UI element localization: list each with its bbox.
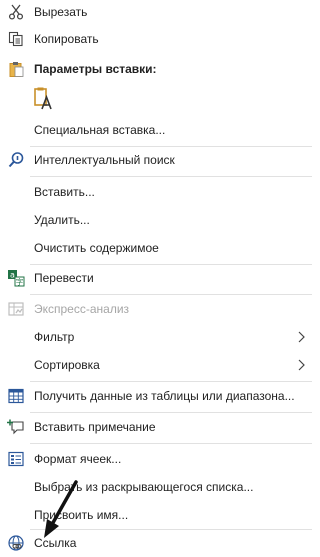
menu-item-get-data-label: Получить данные из таблицы или диапазона…	[34, 389, 295, 403]
separator	[30, 176, 312, 177]
menu-item-copy[interactable]: Копировать	[0, 28, 312, 50]
menu-item-translate[interactable]: a 字 Перевести	[0, 267, 312, 289]
menu-item-delete[interactable]: Удалить...	[0, 209, 312, 231]
menu-item-filter[interactable]: Фильтр	[0, 326, 312, 348]
format-cells-icon	[7, 450, 25, 468]
menu-item-insert-comment-label: Вставить примечание	[34, 420, 156, 434]
menu-item-quick-analysis: Экспресс-анализ	[0, 298, 312, 320]
separator	[30, 412, 312, 413]
paste-options-label: Параметры вставки:	[34, 62, 157, 76]
menu-item-smart-lookup[interactable]: Интеллектуальный поиск	[0, 149, 312, 171]
paste-text-only-icon	[31, 86, 57, 115]
clipboard-icon	[7, 60, 25, 78]
menu-item-smart-lookup-label: Интеллектуальный поиск	[34, 153, 175, 167]
submenu-arrow-icon	[298, 331, 305, 343]
menu-item-clear-contents-label: Очистить содержимое	[34, 241, 159, 255]
menu-item-clear-contents[interactable]: Очистить содержимое	[0, 237, 312, 259]
menu-item-paste-special[interactable]: Специальная вставка...	[0, 119, 312, 141]
annotation-arrow-icon	[44, 480, 78, 538]
table-icon	[7, 387, 25, 405]
separator	[30, 264, 312, 265]
submenu-arrow-icon	[298, 359, 305, 371]
copy-icon	[7, 30, 25, 48]
paste-keep-text-only-button[interactable]	[30, 86, 58, 114]
paste-options-header: Параметры вставки:	[0, 58, 312, 80]
menu-item-link-label: Ссылка	[34, 536, 77, 550]
menu-item-get-data[interactable]: Получить данные из таблицы или диапазона…	[0, 385, 312, 407]
menu-item-cut[interactable]: Вырезать	[0, 1, 312, 23]
menu-item-cut-label: Вырезать	[34, 5, 88, 19]
separator	[30, 146, 312, 147]
menu-item-insert-comment[interactable]: Вставить примечание	[0, 416, 312, 438]
menu-item-format-cells-label: Формат ячеек...	[34, 452, 122, 466]
search-icon	[7, 151, 25, 169]
svg-text:a: a	[10, 271, 15, 280]
menu-item-sort-label: Сортировка	[34, 358, 100, 372]
comment-icon	[7, 418, 25, 436]
menu-item-insert[interactable]: Вставить...	[0, 181, 312, 203]
svg-text:字: 字	[16, 277, 24, 287]
menu-item-format-cells[interactable]: Формат ячеек...	[0, 448, 312, 470]
separator	[30, 443, 312, 444]
scissors-icon	[7, 3, 25, 21]
translate-icon: a 字	[7, 269, 25, 287]
quick-analysis-icon	[7, 300, 25, 318]
context-menu: Вырезать Копировать Параметры вставки: С…	[0, 0, 312, 557]
menu-item-quick-analysis-label: Экспресс-анализ	[34, 302, 130, 316]
separator	[30, 381, 312, 382]
menu-item-paste-special-label: Специальная вставка...	[34, 123, 166, 137]
link-icon	[7, 534, 25, 552]
menu-item-filter-label: Фильтр	[34, 330, 75, 344]
menu-item-delete-label: Удалить...	[34, 213, 90, 227]
menu-item-sort[interactable]: Сортировка	[0, 354, 312, 376]
menu-item-insert-label: Вставить...	[34, 185, 95, 199]
menu-item-translate-label: Перевести	[34, 271, 94, 285]
separator	[30, 294, 312, 295]
menu-item-copy-label: Копировать	[34, 32, 99, 46]
